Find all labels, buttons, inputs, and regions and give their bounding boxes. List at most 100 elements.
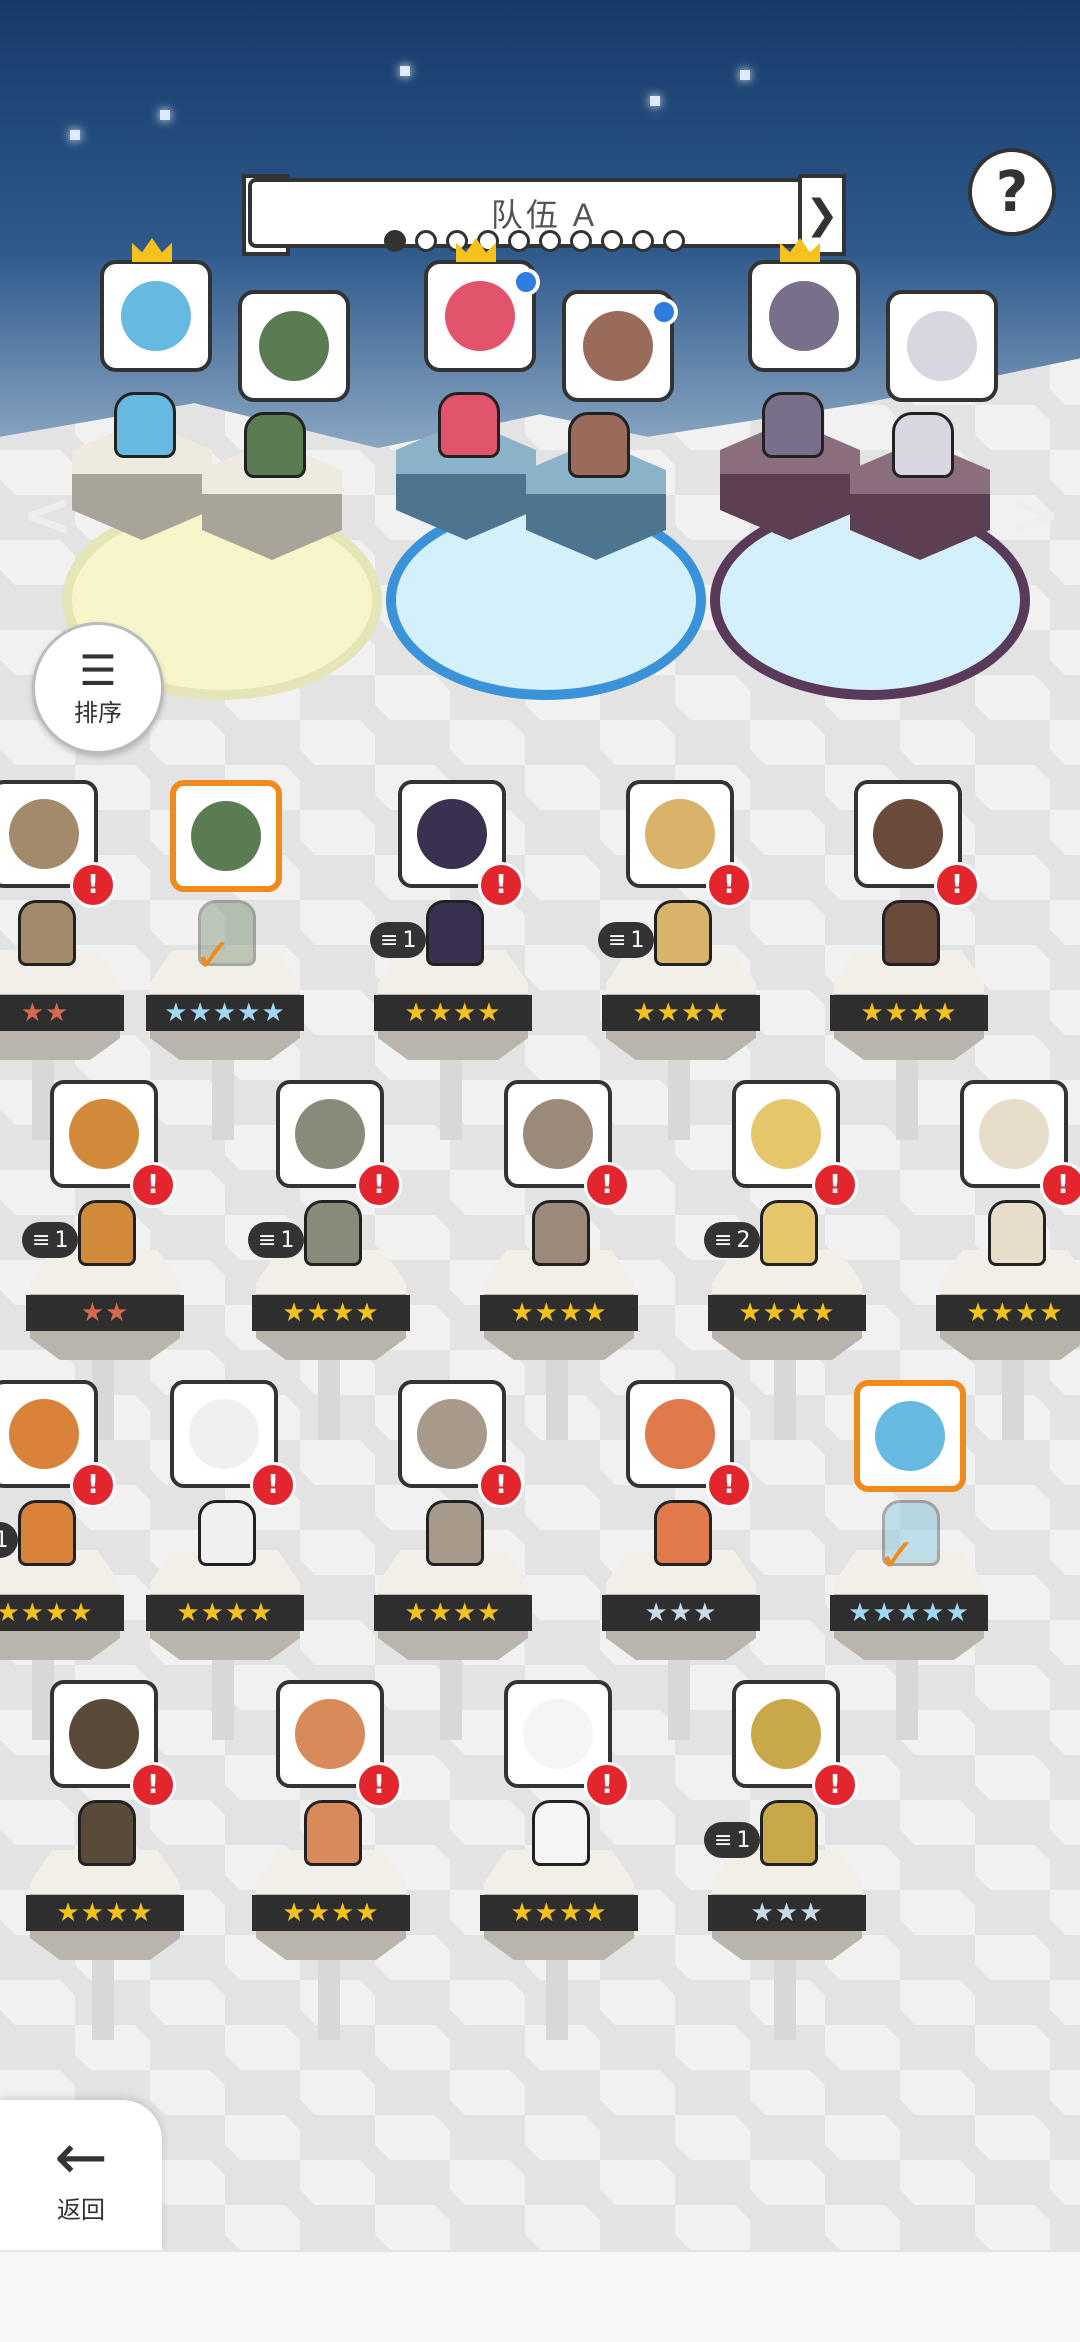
alert-icon: ! xyxy=(934,862,980,908)
duplicate-count: 1 xyxy=(402,927,417,953)
team-member-sprite[interactable] xyxy=(892,412,954,478)
character-face-icon xyxy=(9,1399,79,1469)
character-sprite xyxy=(304,1200,362,1266)
alert-icon: ! xyxy=(1040,1162,1080,1208)
character-sprite xyxy=(78,1200,136,1266)
character-face-icon xyxy=(873,799,943,869)
roster-character-cell[interactable]: ! ★★★★ xyxy=(480,1680,638,2040)
pedestal-pillar xyxy=(896,1660,918,1740)
star-rating: ★★★★ xyxy=(252,1895,410,1931)
duplicate-count-badge: ≡1 xyxy=(598,922,655,958)
next-team-button[interactable]: ❯ xyxy=(798,174,846,256)
team-page-dot[interactable] xyxy=(663,230,685,252)
stack-icon: ≡ xyxy=(714,1227,733,1253)
team-member-portrait[interactable] xyxy=(100,260,212,372)
roster-character-cell[interactable]: ✓ ★★★★★ xyxy=(830,1380,988,1740)
star-rating: ★★★★ xyxy=(252,1295,410,1331)
roster-character-cell[interactable]: ! ★★★★ xyxy=(936,1080,1080,1440)
star-rating: ★★★★★ xyxy=(146,995,304,1031)
roster-character-cell[interactable]: ✓ ★★★★★ xyxy=(146,780,304,1140)
duplicate-count-badge: ≡1 xyxy=(22,1222,79,1258)
character-sprite xyxy=(18,1500,76,1566)
character-face-icon xyxy=(583,311,653,381)
team-page-dot[interactable] xyxy=(539,230,561,252)
character-face-icon xyxy=(769,281,839,351)
team-page-dot[interactable] xyxy=(632,230,654,252)
team-member-sprite[interactable] xyxy=(114,392,176,458)
star-rating: ★★ xyxy=(26,1295,184,1331)
roster-character-cell[interactable]: ! ≡ 2 ★★★★ xyxy=(704,1080,866,1440)
team-prev-arrow[interactable]: < xyxy=(22,480,72,550)
team-member-sprite[interactable] xyxy=(568,412,630,478)
star-rating: ★★★★ xyxy=(708,1295,866,1331)
character-portrait[interactable] xyxy=(854,1380,966,1492)
character-face-icon xyxy=(645,799,715,869)
help-button[interactable]: ? xyxy=(968,148,1056,236)
duplicate-count-badge: ≡1 xyxy=(248,1222,305,1258)
character-face-icon xyxy=(191,801,261,871)
team-page-dot[interactable] xyxy=(508,230,530,252)
roster-character-cell[interactable]: ! ★★★★ xyxy=(26,1680,184,2040)
team-member-sprite[interactable] xyxy=(244,412,306,478)
roster-character-cell[interactable]: ! ★★★★ xyxy=(374,1380,532,1740)
team-member-portrait[interactable] xyxy=(886,290,998,402)
roster-character-cell[interactable]: ! ★★★★ xyxy=(830,780,988,1140)
star-rating: ★★ xyxy=(0,995,124,1031)
star-sparkle xyxy=(650,96,660,106)
roster-character-cell[interactable]: !≡1★★★★ xyxy=(370,780,532,1140)
star-sparkle xyxy=(160,110,170,120)
alert-icon: ! xyxy=(812,1162,858,1208)
character-face-icon xyxy=(979,1099,1049,1169)
team-next-arrow[interactable]: > xyxy=(1010,480,1060,550)
star-rating: ★★★★ xyxy=(936,1295,1080,1331)
star-sparkle xyxy=(740,70,750,80)
character-face-icon xyxy=(875,1401,945,1471)
pedestal-pillar xyxy=(440,1060,462,1140)
team-page-dot[interactable] xyxy=(601,230,623,252)
character-portrait[interactable] xyxy=(170,780,282,892)
character-face-icon xyxy=(417,1399,487,1469)
roster-character-cell[interactable]: !≡1★★★★ xyxy=(598,780,760,1140)
alert-icon: ! xyxy=(706,1462,752,1508)
roster-character-cell[interactable]: ! ★★★★ xyxy=(252,1680,410,2040)
back-button[interactable]: ← 返回 xyxy=(0,2100,162,2250)
team-member-sprite[interactable] xyxy=(438,392,500,458)
roster-character-cell[interactable]: !≡1★★★★ xyxy=(248,1080,410,1440)
roster-character-cell[interactable]: ! ≡ 1 ★★★ xyxy=(704,1680,866,2040)
team-member-portrait[interactable] xyxy=(748,260,860,372)
character-sprite xyxy=(426,1500,484,1566)
character-face-icon xyxy=(445,281,515,351)
alert-icon: ! xyxy=(584,1162,630,1208)
character-sprite xyxy=(304,1800,362,1866)
team-page-dot[interactable] xyxy=(415,230,437,252)
character-sprite xyxy=(532,1800,590,1866)
team-member-sprite[interactable] xyxy=(762,392,824,458)
character-face-icon xyxy=(523,1699,593,1769)
character-face-icon xyxy=(69,1099,139,1169)
team-page-dot[interactable] xyxy=(384,230,406,252)
pedestal-pillar xyxy=(318,1960,340,2040)
roster-character-cell[interactable]: ! ★★★★ xyxy=(146,1380,304,1740)
stack-icon: ≡ xyxy=(608,927,627,953)
sort-button[interactable]: ☰ 排序 xyxy=(32,622,164,754)
team-member-portrait[interactable] xyxy=(238,290,350,402)
alert-icon: ! xyxy=(478,862,524,908)
roster-character-cell[interactable]: !≡1★★★★ xyxy=(0,1380,124,1740)
roster-character-cell[interactable]: ! ★★★★ xyxy=(480,1080,638,1440)
character-sprite xyxy=(198,1500,256,1566)
in-team-check-icon: ✓ xyxy=(194,928,233,982)
character-face-icon xyxy=(751,1099,821,1169)
back-arrow-icon: ← xyxy=(54,2120,108,2195)
duplicate-count: 1 xyxy=(630,927,645,953)
pedestal-pillar xyxy=(774,1960,796,2040)
roster-character-cell[interactable]: ! ≡ 1 ★★ xyxy=(22,1080,184,1440)
star-rating: ★★★★ xyxy=(480,1295,638,1331)
duplicate-count-badge: ≡ 2 xyxy=(704,1222,761,1258)
roster-character-cell[interactable]: ! ★★★ xyxy=(602,1380,760,1740)
team-page-dot[interactable] xyxy=(570,230,592,252)
roster-character-cell[interactable]: ! ★★ xyxy=(0,780,124,1140)
character-face-icon xyxy=(259,311,329,381)
character-face-icon xyxy=(295,1699,365,1769)
character-face-icon xyxy=(121,281,191,351)
sort-label: 排序 xyxy=(74,698,122,727)
